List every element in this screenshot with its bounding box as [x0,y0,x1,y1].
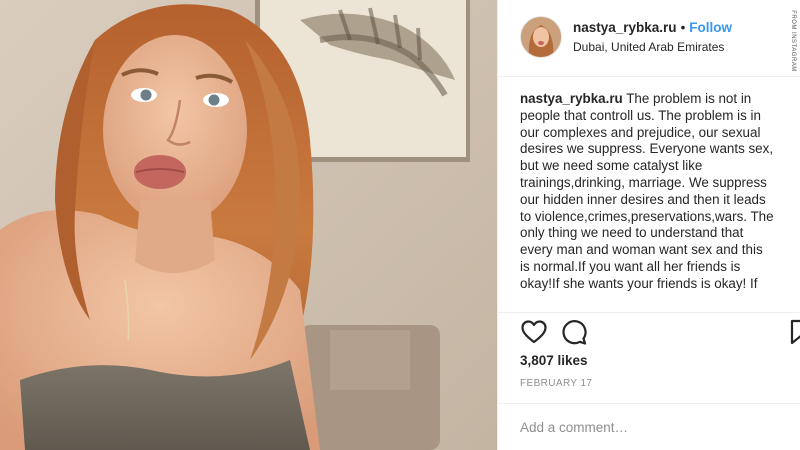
avatar[interactable] [520,16,562,58]
like-button[interactable] [520,318,548,346]
post-date: FEBRUARY 17 [520,378,593,389]
post-caption: nastya_rybka.ru The problem is not in pe… [520,91,800,293]
actions-divider [498,312,800,313]
caption-text: The problem is not in people that contro… [520,91,774,291]
location-link[interactable]: Dubai, United Arab Emirates [573,40,724,54]
heart-icon [521,320,547,344]
comment-input[interactable] [520,416,770,438]
selfie-image [0,0,497,450]
post-actions [520,318,800,346]
separator-dot: • [680,20,686,35]
username-row: nastya_rybka.ru • Follow [573,20,732,35]
comment-button[interactable] [560,318,588,346]
save-button[interactable] [788,318,800,346]
username-link[interactable]: nastya_rybka.ru [573,20,677,35]
photo-credit-text: FROM INSTAGRAM [790,10,796,72]
follow-button[interactable]: Follow [689,20,732,35]
post-detail-panel: nastya_rybka.ru • Follow Dubai, United Ara… [498,0,800,450]
photo-credit: FROM INSTAGRAM [788,6,798,76]
post-header: nastya_rybka.ru • Follow Dubai, United Ara… [498,0,800,77]
instagram-post: nastya_rybka.ru • Follow Dubai, United Ara… [0,0,800,450]
post-photo[interactable] [0,0,497,450]
likes-count[interactable]: 3,807 likes [520,353,588,368]
bookmark-icon [790,319,800,345]
caption-username[interactable]: nastya_rybka.ru [520,91,623,106]
comment-bubble-icon [562,320,587,345]
comment-divider [498,403,800,404]
avatar-image [521,17,561,57]
